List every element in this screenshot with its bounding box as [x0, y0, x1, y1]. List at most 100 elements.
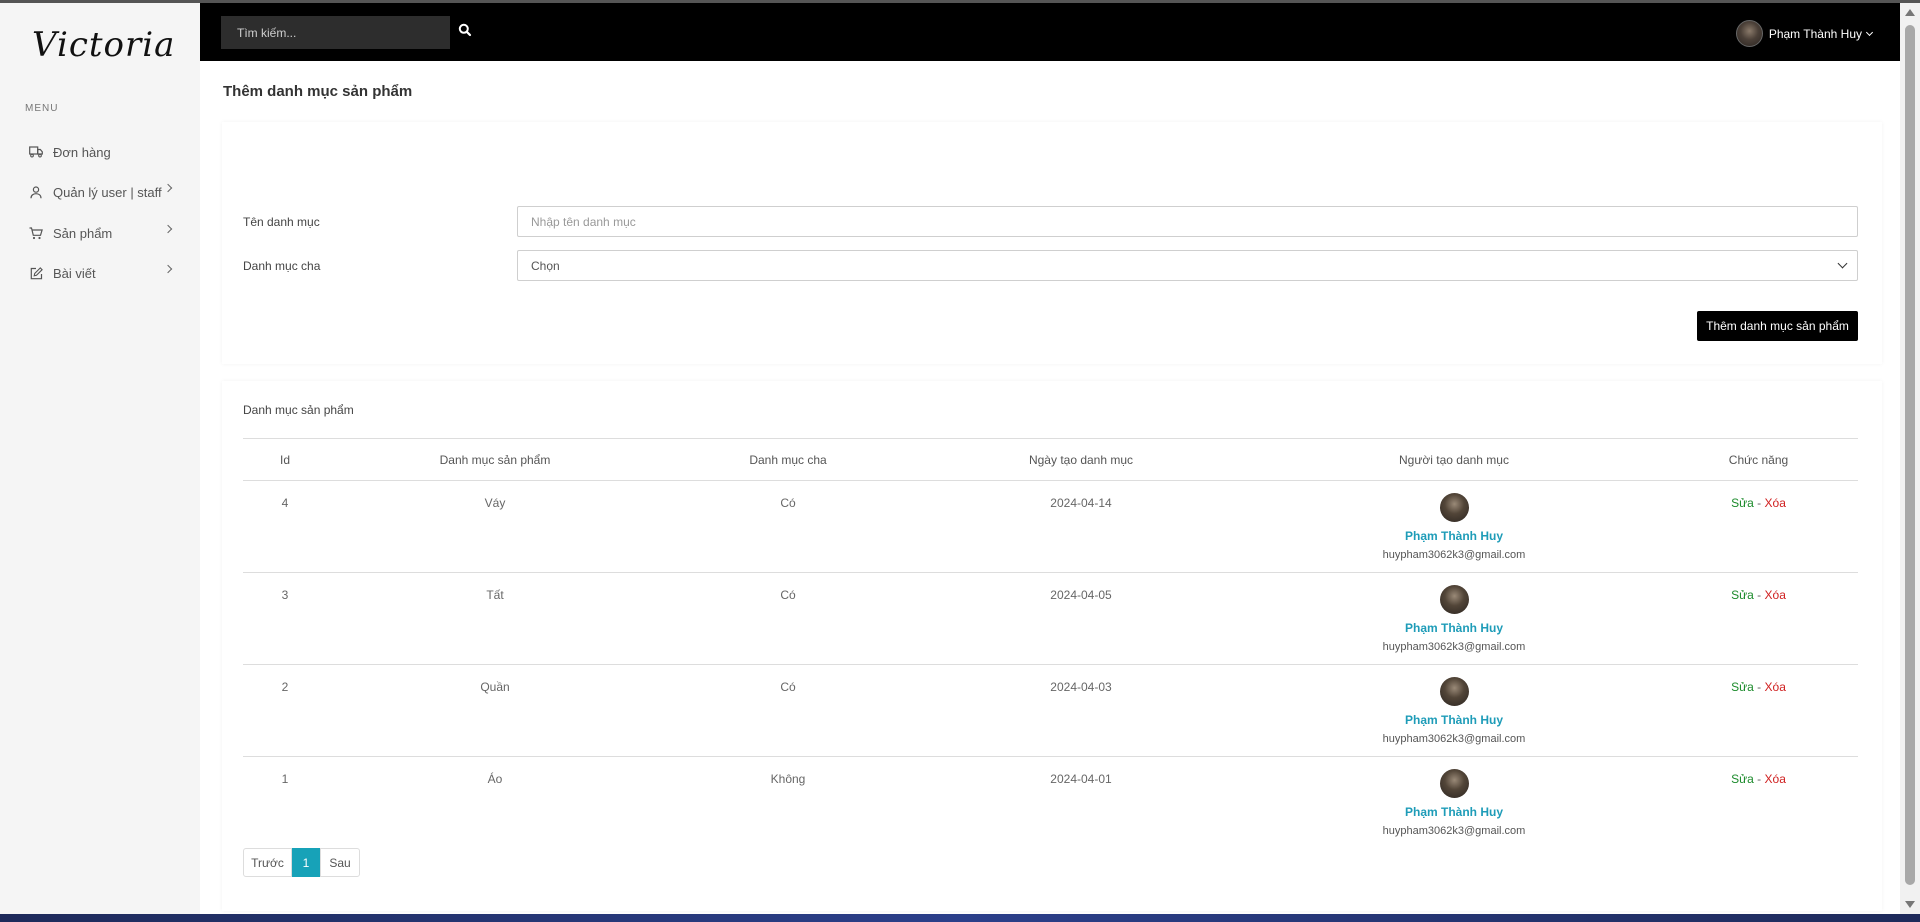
category-table: Id Danh mục sản phẩm Danh mục cha Ngày t… — [243, 438, 1858, 849]
scrollbar-thumb[interactable] — [1905, 25, 1915, 885]
cell-actions: Sửa - Xóa — [1659, 757, 1858, 849]
sidebar: Victoria MENU Đơn hàng Quản lý user | st… — [0, 3, 200, 914]
sidebar-item-label: Quản lý user | staff — [53, 184, 162, 200]
sidebar-item-posts[interactable]: Bài viết — [29, 261, 179, 285]
sidebar-item-label: Đơn hàng — [53, 144, 111, 160]
delete-link[interactable]: Xóa — [1765, 496, 1786, 510]
cell-name: Quần — [480, 680, 510, 694]
creator-name: Phạm Thành Huy — [1404, 713, 1503, 727]
action-separator: - — [1757, 496, 1762, 510]
brand-logo[interactable]: Victoria — [32, 25, 175, 65]
cell-id: 3 — [281, 588, 289, 602]
creator-name: Phạm Thành Huy — [1404, 529, 1503, 543]
creator-email: huypham3062k3@gmail.com — [1382, 641, 1526, 653]
creator-email: huypham3062k3@gmail.com — [1382, 825, 1526, 837]
edit-icon — [29, 266, 43, 280]
pagination-next[interactable]: Sau — [320, 848, 360, 877]
cell-id: 4 — [281, 496, 289, 510]
table-title: Danh mục sản phẩm — [243, 403, 354, 417]
cell-actions: Sửa - Xóa — [1659, 573, 1858, 665]
avatar — [1439, 677, 1469, 706]
action-separator: - — [1757, 588, 1762, 602]
creator-name: Phạm Thành Huy — [1404, 621, 1503, 635]
action-separator: - — [1757, 772, 1762, 786]
chevron-right-icon — [163, 183, 173, 193]
topbar: Phạm Thành Huy — [200, 3, 1900, 61]
parent-category-label: Danh mục cha — [243, 259, 321, 273]
column-header-parent: Danh mục cha — [749, 452, 827, 467]
user-menu[interactable]: Phạm Thành Huy — [1735, 20, 1874, 47]
sidebar-item-label: Sản phẩm — [53, 225, 113, 241]
creator-name: Phạm Thành Huy — [1404, 805, 1503, 819]
cell-creator: Phạm Thành Huy huypham3062k3@gmail.com — [1249, 481, 1659, 573]
search-input[interactable] — [221, 16, 450, 49]
edit-link[interactable]: Sửa — [1731, 772, 1754, 786]
action-separator: - — [1757, 680, 1762, 694]
cell-created: 2024-04-01 — [1050, 772, 1112, 786]
cell-name: Tất — [486, 588, 504, 602]
chevron-down-icon — [1865, 28, 1874, 36]
vertical-scrollbar[interactable] — [1900, 3, 1920, 914]
delete-link[interactable]: Xóa — [1765, 588, 1786, 602]
cell-id: 2 — [281, 680, 289, 694]
scroll-down-icon[interactable] — [1905, 901, 1915, 908]
cell-actions: Sửa - Xóa — [1659, 665, 1858, 757]
cell-creator: Phạm Thành Huy huypham3062k3@gmail.com — [1249, 665, 1659, 757]
chevron-down-icon — [1837, 258, 1848, 269]
delete-link[interactable]: Xóa — [1765, 680, 1786, 694]
table-row: 2 Quần Có 2024-04-03 Phạm Thành Huy huyp… — [243, 665, 1858, 757]
cell-created: 2024-04-03 — [1050, 680, 1112, 694]
cell-parent: Có — [780, 680, 796, 694]
sidebar-item-label: Bài viết — [53, 265, 96, 281]
table-row: 4 Váy Có 2024-04-14 Phạm Thành Huy huyph… — [243, 481, 1858, 573]
cell-creator: Phạm Thành Huy huypham3062k3@gmail.com — [1249, 573, 1659, 665]
edit-link[interactable]: Sửa — [1731, 496, 1754, 510]
creator-email: huypham3062k3@gmail.com — [1382, 549, 1526, 561]
cell-id: 1 — [281, 772, 289, 786]
cell-name: Áo — [487, 772, 503, 786]
cell-name: Váy — [484, 496, 506, 510]
sidebar-item-orders[interactable]: Đơn hàng — [29, 140, 179, 164]
user-name: Phạm Thành Huy — [1768, 26, 1862, 41]
avatar — [1735, 20, 1763, 47]
add-category-button[interactable]: Thêm danh mục sản phẩm — [1697, 311, 1858, 341]
parent-category-selected: Chọn — [531, 258, 560, 273]
pagination-page-current[interactable]: 1 — [292, 848, 320, 877]
add-category-form: Tên danh mục Danh mục cha Chọn Thêm danh… — [222, 122, 1882, 364]
sidebar-item-products[interactable]: Sản phẩm — [29, 221, 179, 245]
category-name-label: Tên danh mục — [243, 215, 320, 229]
avatar — [1439, 769, 1469, 798]
search-icon[interactable] — [458, 23, 474, 39]
avatar — [1439, 585, 1469, 614]
cell-parent: Không — [770, 772, 806, 786]
column-header-id: Id — [279, 452, 290, 467]
avatar — [1439, 493, 1469, 522]
menu-title: MENU — [25, 103, 59, 114]
scroll-up-icon[interactable] — [1905, 9, 1915, 16]
edit-link[interactable]: Sửa — [1731, 588, 1754, 602]
parent-category-select[interactable]: Chọn — [517, 250, 1858, 281]
chevron-right-icon — [163, 224, 173, 234]
user-icon — [29, 185, 43, 199]
column-header-actions: Chức năng — [1728, 452, 1789, 467]
cell-parent: Có — [780, 496, 796, 510]
main-content: Thêm danh mục sản phẩm Tên danh mục Danh… — [200, 61, 1900, 914]
taskbar-strip — [0, 914, 1920, 922]
cell-created: 2024-04-05 — [1050, 588, 1112, 602]
creator-email: huypham3062k3@gmail.com — [1382, 733, 1526, 745]
column-header-creator: Người tạo danh mục — [1399, 452, 1509, 467]
page-title: Thêm danh mục sản phẩm — [223, 83, 413, 100]
truck-icon — [29, 145, 43, 159]
edit-link[interactable]: Sửa — [1731, 680, 1754, 694]
chevron-right-icon — [163, 264, 173, 274]
pagination-prev[interactable]: Trước — [243, 848, 292, 877]
cell-parent: Có — [780, 588, 796, 602]
table-header-row: Id Danh mục sản phẩm Danh mục cha Ngày t… — [243, 438, 1858, 481]
sidebar-item-users[interactable]: Quản lý user | staff — [29, 180, 179, 204]
table-row: 3 Tất Có 2024-04-05 Phạm Thành Huy huyph… — [243, 573, 1858, 665]
column-header-created: Ngày tạo danh mục — [1028, 452, 1134, 467]
table-row: 1 Áo Không 2024-04-01 Phạm Thành Huy huy… — [243, 757, 1858, 849]
category-name-input[interactable] — [517, 206, 1858, 237]
delete-link[interactable]: Xóa — [1765, 772, 1786, 786]
cart-icon — [29, 226, 43, 240]
